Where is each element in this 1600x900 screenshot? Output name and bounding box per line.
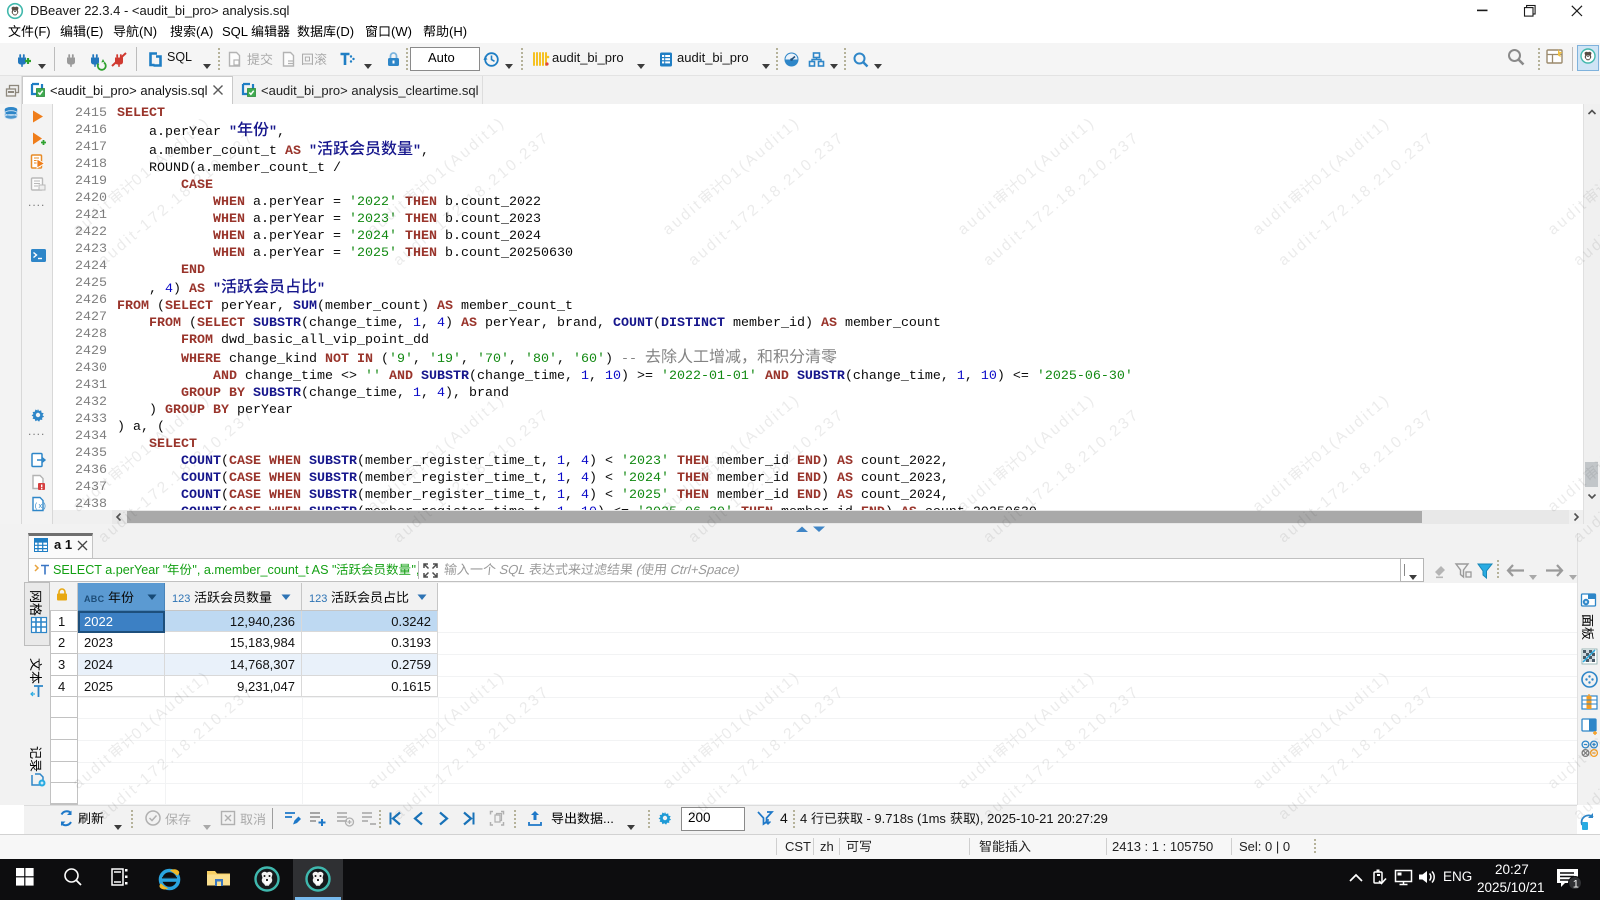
svg-text:(x): (x) xyxy=(34,503,47,511)
svg-text:1: 1 xyxy=(1573,879,1579,891)
